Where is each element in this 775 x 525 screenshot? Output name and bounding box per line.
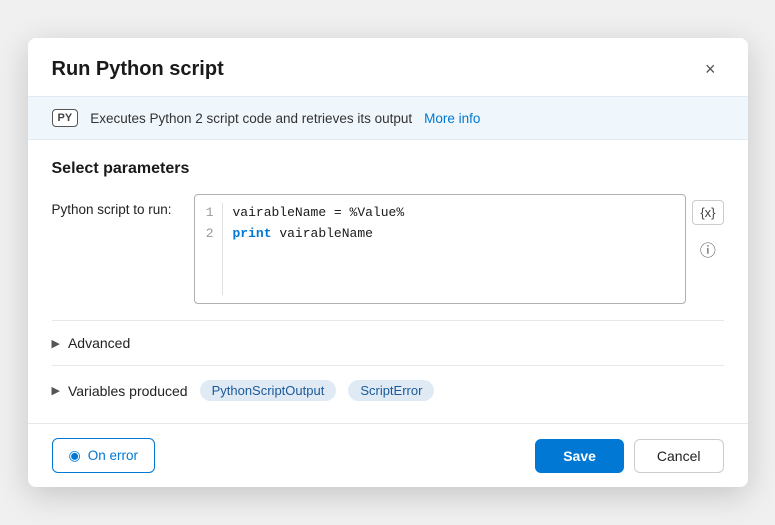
insert-variable-button[interactable]: {x} [692,200,723,225]
dialog-header: Run Python script × [28,38,748,96]
info-description: Executes Python 2 script code and retrie… [90,111,412,126]
dialog: Run Python script × PY Executes Python 2… [28,38,748,487]
save-button[interactable]: Save [535,439,624,473]
line-num-1: 1 [206,203,214,224]
variables-chevron-icon: ▶ [52,384,60,397]
line-num-2: 2 [206,224,214,245]
on-error-label: On error [88,448,138,463]
py-badge: PY [52,109,79,127]
param-label: Python script to run: [52,194,182,217]
close-button[interactable]: × [697,56,724,82]
code-editor[interactable]: 1 2 vairableName = %Value% print vairabl… [194,194,687,304]
shield-icon: ◉ [69,447,81,464]
advanced-chevron-icon: ▶ [52,337,60,350]
more-info-link[interactable]: More info [424,111,480,126]
variable-badge-output[interactable]: PythonScriptOutput [200,380,337,401]
variable-badge-error[interactable]: ScriptError [348,380,434,401]
editor-info-button[interactable]: ⓘ [692,233,723,265]
print-keyword: print [233,226,272,241]
cancel-button[interactable]: Cancel [634,439,724,473]
code-content: vairableName = %Value% print vairableNam… [223,203,686,295]
code-line-1: vairableName = %Value% [233,203,676,224]
line-numbers: 1 2 [195,203,223,295]
advanced-header[interactable]: ▶ Advanced [52,333,724,353]
variables-section: ▶ Variables produced PythonScriptOutput … [52,365,724,415]
advanced-label: Advanced [68,335,130,351]
dialog-body: Select parameters Python script to run: … [28,140,748,415]
variables-header[interactable]: ▶ Variables produced [52,383,188,399]
editor-actions: {x} ⓘ [692,194,723,265]
code-editor-wrap: 1 2 vairableName = %Value% print vairabl… [194,194,724,304]
advanced-section: ▶ Advanced [52,320,724,365]
variables-label: Variables produced [68,383,188,399]
info-banner: PY Executes Python 2 script code and ret… [28,96,748,140]
dialog-footer: ◉ On error Save Cancel [28,423,748,487]
code-line-2: print vairableName [233,224,676,245]
param-row: Python script to run: 1 2 vairableName =… [52,194,724,304]
section-title: Select parameters [52,160,724,178]
footer-right: Save Cancel [535,439,723,473]
dialog-title: Run Python script [52,58,224,81]
on-error-button[interactable]: ◉ On error [52,438,155,473]
